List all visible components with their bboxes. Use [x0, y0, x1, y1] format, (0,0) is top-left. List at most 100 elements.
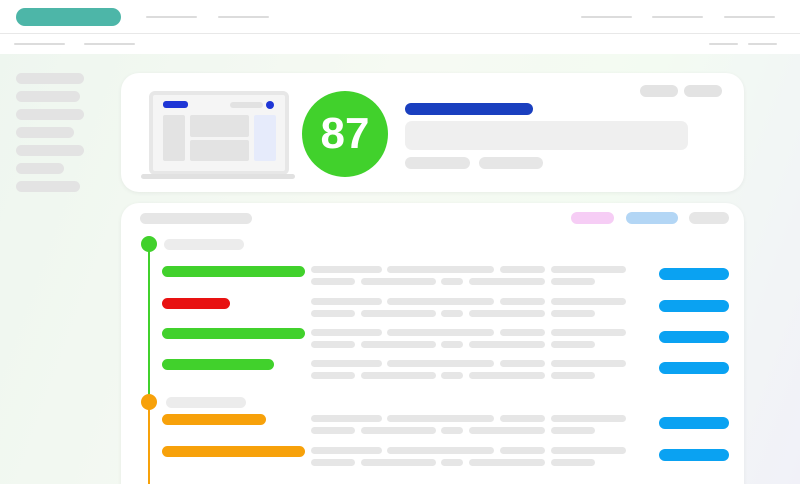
- row-text: [551, 360, 626, 367]
- row-text: [441, 278, 463, 285]
- nav-link-right-2[interactable]: [652, 16, 703, 18]
- summary-card: 87: [121, 73, 744, 192]
- filter-tag-gray[interactable]: [689, 212, 729, 224]
- row-text: [311, 310, 355, 317]
- row-text: [361, 341, 436, 348]
- row-action-button[interactable]: [659, 449, 729, 461]
- row-action-button[interactable]: [659, 331, 729, 343]
- row-text: [441, 427, 463, 434]
- row-text: [551, 310, 595, 317]
- filter-tag-pink[interactable]: [571, 212, 614, 224]
- row-status-bar: [162, 414, 266, 425]
- row-text: [500, 415, 545, 422]
- row-action-button[interactable]: [659, 362, 729, 374]
- nav-link-right-1[interactable]: [581, 16, 632, 18]
- row-text: [361, 278, 436, 285]
- audit-card-heading: [140, 213, 252, 224]
- row-status-bar: [162, 298, 230, 309]
- row-text: [551, 372, 595, 379]
- preview-header-bar: [163, 101, 188, 108]
- row-action-button[interactable]: [659, 300, 729, 312]
- url-field[interactable]: [405, 121, 688, 150]
- row-text: [387, 360, 494, 367]
- filter-tag-blue[interactable]: [626, 212, 678, 224]
- row-text: [311, 459, 355, 466]
- sidebar-item[interactable]: [16, 145, 84, 156]
- row-text: [469, 278, 545, 285]
- brand-logo[interactable]: [16, 8, 121, 26]
- score-value: 87: [320, 109, 370, 158]
- subnav-link-right-2[interactable]: [748, 43, 777, 45]
- row-text: [469, 459, 545, 466]
- row-text: [469, 427, 545, 434]
- row-text: [500, 298, 545, 305]
- timeline-line-green: [148, 244, 150, 402]
- row-status-bar: [162, 266, 305, 277]
- meta-chip-1: [405, 157, 470, 169]
- sidebar-item[interactable]: [16, 163, 64, 174]
- card-action-2[interactable]: [684, 85, 722, 97]
- row-text: [361, 310, 436, 317]
- row-text: [551, 266, 626, 273]
- group-heading: [166, 397, 246, 408]
- timeline-dot-orange: [141, 394, 157, 410]
- row-text: [311, 341, 355, 348]
- row-text: [387, 329, 494, 336]
- subnav-link-2[interactable]: [84, 43, 135, 45]
- preview-avatar-icon: [266, 101, 274, 109]
- sidebar-item[interactable]: [16, 73, 84, 84]
- nav-link-1[interactable]: [146, 16, 197, 18]
- card-action-1[interactable]: [640, 85, 678, 97]
- row-text: [311, 266, 382, 273]
- site-title-bar: [405, 103, 533, 115]
- row-text: [311, 415, 382, 422]
- laptop-base: [141, 174, 295, 179]
- row-text: [387, 266, 494, 273]
- sidebar-item[interactable]: [16, 109, 84, 120]
- row-status-bar: [162, 446, 305, 457]
- row-text: [551, 278, 595, 285]
- timeline-dot-green: [141, 236, 157, 252]
- row-text: [311, 278, 355, 285]
- top-nav: [0, 0, 800, 34]
- row-text: [311, 360, 382, 367]
- subnav-link-right-1[interactable]: [709, 43, 738, 45]
- score-badge: 87: [302, 91, 388, 177]
- row-text: [441, 459, 463, 466]
- row-text: [469, 372, 545, 379]
- preview-header-line: [230, 102, 263, 108]
- row-text: [361, 459, 436, 466]
- row-text: [361, 427, 436, 434]
- row-text: [469, 341, 545, 348]
- row-text: [551, 427, 595, 434]
- preview-block: [190, 115, 249, 137]
- preview-block: [190, 140, 249, 161]
- row-text: [441, 372, 463, 379]
- row-text: [500, 266, 545, 273]
- sidebar-item[interactable]: [16, 127, 74, 138]
- row-text: [311, 372, 355, 379]
- laptop-preview-icon: [149, 91, 289, 175]
- row-action-button[interactable]: [659, 268, 729, 280]
- timeline-line-orange: [148, 402, 150, 484]
- group-heading: [164, 239, 244, 250]
- nav-link-right-3[interactable]: [724, 16, 775, 18]
- row-text: [311, 298, 382, 305]
- row-text: [500, 360, 545, 367]
- row-action-button[interactable]: [659, 417, 729, 429]
- row-text: [387, 298, 494, 305]
- preview-panel: [254, 115, 276, 161]
- row-text: [441, 310, 463, 317]
- row-text: [387, 415, 494, 422]
- sub-nav: [0, 34, 800, 54]
- row-text: [311, 427, 355, 434]
- meta-chip-2: [479, 157, 543, 169]
- row-text: [551, 329, 626, 336]
- nav-link-2[interactable]: [218, 16, 269, 18]
- sidebar-item[interactable]: [16, 91, 80, 102]
- sidebar-item[interactable]: [16, 181, 80, 192]
- row-text: [551, 341, 595, 348]
- row-text: [469, 310, 545, 317]
- subnav-link-1[interactable]: [14, 43, 65, 45]
- preview-sidebar: [163, 115, 185, 161]
